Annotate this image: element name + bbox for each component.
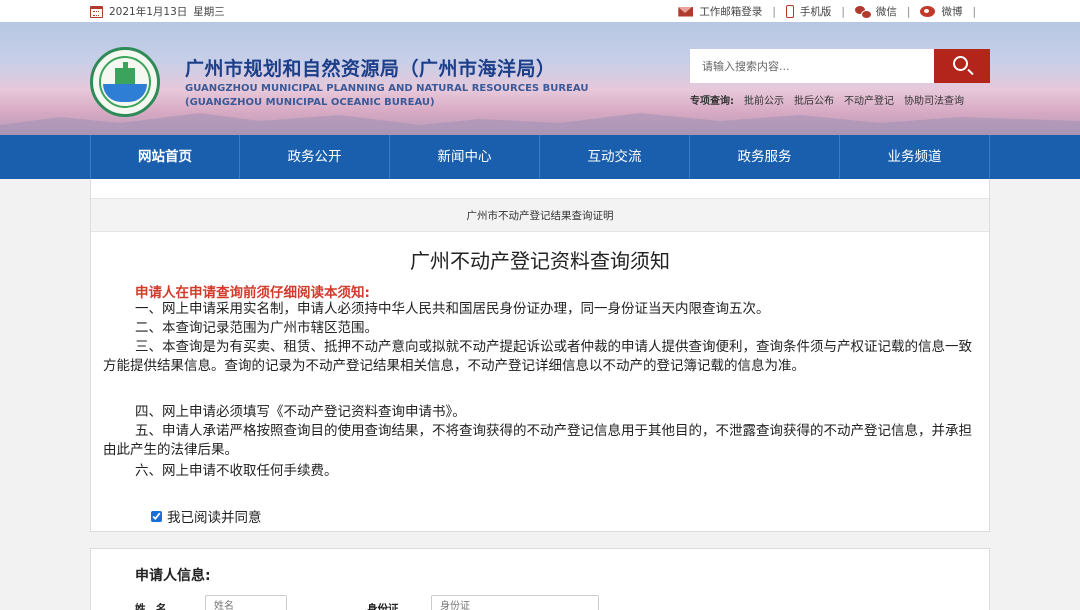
- notice-item: 六、网上申请不收取任何手续费。: [135, 463, 338, 479]
- nav-item-services[interactable]: 政务服务: [690, 135, 840, 179]
- phone-icon[interactable]: [785, 5, 794, 18]
- divider: |: [972, 5, 976, 18]
- search-icon: [953, 56, 968, 71]
- main-nav: 网站首页 政务公开 新闻中心 互动交流 政务服务 业务频道: [0, 135, 1080, 179]
- weibo-link[interactable]: 微博: [941, 4, 962, 19]
- site-subtitle-en: (GUANGZHOU MUNICIPAL OCEANIC BUREAU): [185, 97, 435, 108]
- weekday-text: 星期三: [193, 6, 225, 18]
- quick-link-pre-approval[interactable]: 批前公示: [744, 92, 784, 107]
- quick-links: 专项查询: 批前公示 批后公布 不动产登记 协助司法查询: [690, 92, 964, 107]
- name-label: 姓 名: [135, 603, 167, 610]
- weibo-icon[interactable]: [920, 6, 936, 17]
- date-display: 2021年1月13日 星期三: [90, 4, 225, 19]
- nav-item-business[interactable]: 业务频道: [840, 135, 990, 179]
- nav-item-home[interactable]: 网站首页: [90, 135, 240, 179]
- notice-warning: 申请人在申请查询前须仔细阅读本须知:: [135, 285, 370, 301]
- header-banner: 广州市规划和自然资源局（广州市海洋局） GUANGZHOU MUNICIPAL …: [0, 22, 1080, 135]
- quick-link-judicial[interactable]: 协助司法查询: [904, 92, 964, 107]
- top-links: 工作邮箱登录 | 手机版 | 微信 | 微博 |: [678, 4, 980, 19]
- mobile-version-link[interactable]: 手机版: [800, 4, 832, 19]
- applicant-section-title: 申请人信息:: [135, 568, 211, 584]
- divider: |: [841, 5, 845, 18]
- calendar-icon: [90, 5, 103, 18]
- notice-item: 二、本查询记录范围为广州市辖区范围。: [135, 320, 378, 336]
- search-button[interactable]: [934, 49, 990, 83]
- breadcrumb: 广州市不动产登记结果查询证明: [91, 198, 989, 232]
- notice-item: 三、本查询是为有买卖、租赁、抵押不动产意向或拟就不动产提起诉讼或者仲裁的申请人提…: [103, 339, 972, 374]
- divider: |: [772, 5, 776, 18]
- id-field[interactable]: [431, 595, 599, 610]
- nav-item-gov-affairs[interactable]: 政务公开: [240, 135, 390, 179]
- name-field[interactable]: [205, 595, 287, 610]
- date-text: 2021年1月13日: [109, 6, 188, 18]
- top-bar: 2021年1月13日 星期三 工作邮箱登录 | 手机版 | 微信 | 微博 |: [0, 0, 1080, 22]
- site-title-en: GUANGZHOU MUNICIPAL PLANNING AND NATURAL…: [185, 83, 589, 94]
- notice-item: 五、申请人承诺严格按照查询目的使用查询结果，不将查询获得的不动产登记信息用于其他…: [103, 423, 972, 458]
- quick-links-label: 专项查询:: [690, 96, 734, 107]
- quick-link-real-estate[interactable]: 不动产登记: [844, 92, 894, 107]
- mail-icon[interactable]: [678, 6, 694, 17]
- notice-item: 四、网上申请必须填写《不动产登记资料查询申请书》。: [135, 404, 466, 420]
- agree-checkbox[interactable]: [151, 510, 162, 522]
- email-login-link[interactable]: 工作邮箱登录: [699, 4, 762, 19]
- agree-label: 我已阅读并同意: [167, 510, 262, 526]
- search-box: [690, 49, 990, 83]
- notice-item: 一、网上申请采用实名制，申请人必须持中华人民共和国居民身份证办理，同一身份证当天…: [135, 301, 770, 317]
- divider: |: [906, 5, 911, 18]
- page-title: 广州不动产登记资料查询须知: [410, 249, 670, 273]
- bureau-logo[interactable]: [90, 47, 160, 117]
- id-label: 身份证: [367, 603, 399, 610]
- nav-item-news[interactable]: 新闻中心: [390, 135, 540, 179]
- wechat-icon[interactable]: [854, 5, 872, 19]
- agree-checkbox-row[interactable]: 我已阅读并同意: [151, 506, 262, 526]
- wechat-link[interactable]: 微信: [876, 4, 897, 19]
- applicant-card: 申请人信息: 姓 名 身份证: [90, 548, 990, 610]
- quick-link-post-approval[interactable]: 批后公布: [794, 92, 834, 107]
- site-title: 广州市规划和自然资源局（广州市海洋局）: [185, 58, 556, 80]
- nav-item-interaction[interactable]: 互动交流: [540, 135, 690, 179]
- notice-card: 广州市不动产登记结果查询证明 广州不动产登记资料查询须知 申请人在申请查询前须仔…: [90, 179, 990, 532]
- search-input[interactable]: [690, 49, 935, 83]
